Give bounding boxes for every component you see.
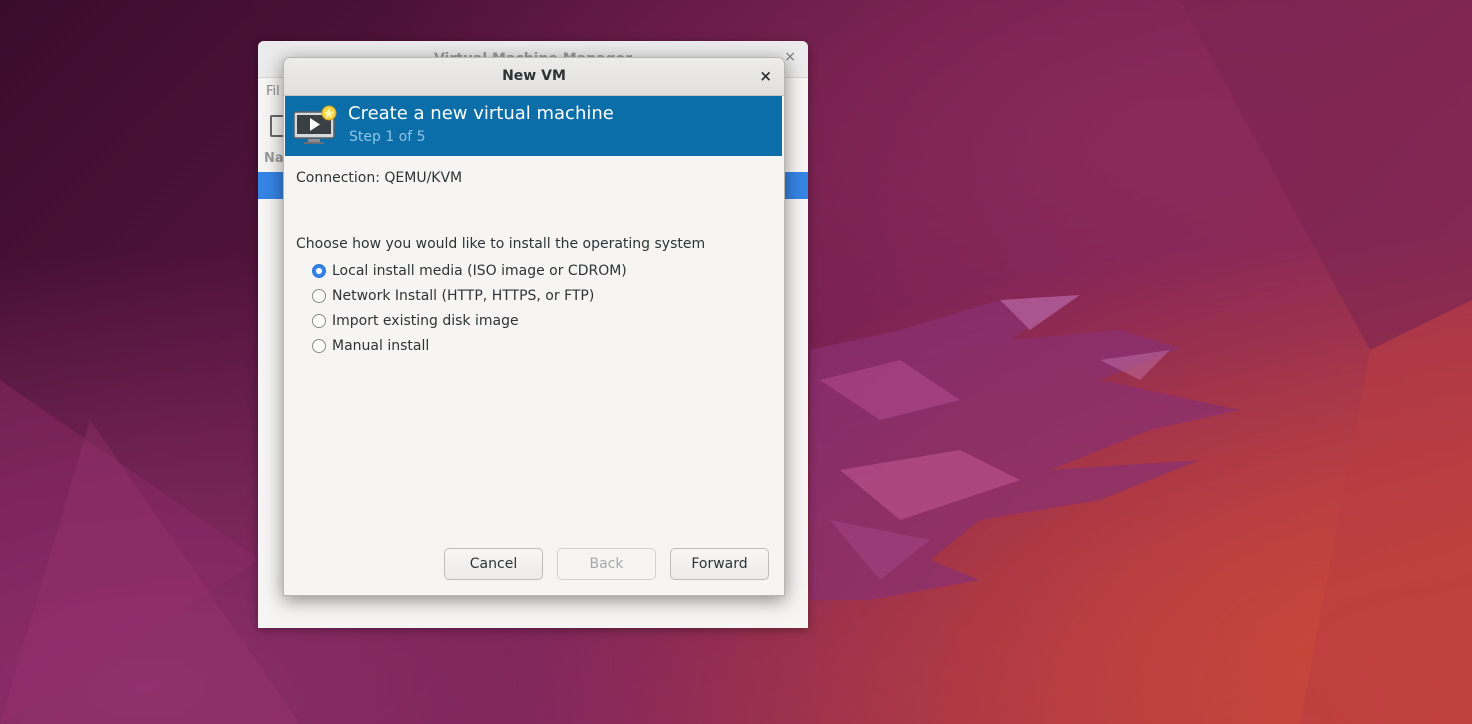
radio-button[interactable]	[312, 314, 326, 328]
close-icon[interactable]: ×	[759, 67, 772, 85]
vm-monitor-icon	[293, 105, 337, 144]
radio-label[interactable]: Network Install (HTTP, HTTPS, or FTP)	[332, 288, 594, 304]
install-method-prompt: Choose how you would like to install the…	[296, 236, 706, 252]
radio-label[interactable]: Local install media (ISO image or CDROM)	[332, 263, 627, 279]
radio-label[interactable]: Import existing disk image	[332, 313, 519, 329]
radio-button[interactable]	[312, 289, 326, 303]
new-vm-dialog: New VM × Create a new virtual machine St…	[283, 57, 785, 596]
forward-button[interactable]: Forward	[670, 548, 769, 580]
dialog-titlebar: New VM ×	[284, 58, 784, 96]
back-button[interactable]: Back	[557, 548, 656, 580]
background-close-icon[interactable]: ×	[784, 49, 796, 65]
radio-network-install[interactable]: Network Install (HTTP, HTTPS, or FTP)	[312, 286, 594, 306]
dialog-title: New VM	[502, 68, 566, 84]
cancel-button[interactable]: Cancel	[444, 548, 543, 580]
background-column-header: Na	[264, 151, 284, 166]
connection-label: Connection: QEMU/KVM	[296, 170, 463, 186]
radio-button[interactable]	[312, 339, 326, 353]
radio-button-checked[interactable]	[312, 264, 326, 278]
wizard-step: Step 1 of 5	[349, 129, 426, 145]
radio-manual-install[interactable]: Manual install	[312, 336, 429, 356]
radio-import-disk-image[interactable]: Import existing disk image	[312, 311, 519, 331]
background-menu-file[interactable]: Fil	[266, 84, 280, 99]
wizard-banner: Create a new virtual machine Step 1 of 5	[285, 96, 782, 156]
radio-local-install-media[interactable]: Local install media (ISO image or CDROM)	[312, 261, 627, 281]
radio-label[interactable]: Manual install	[332, 338, 429, 354]
wizard-title: Create a new virtual machine	[348, 103, 614, 124]
